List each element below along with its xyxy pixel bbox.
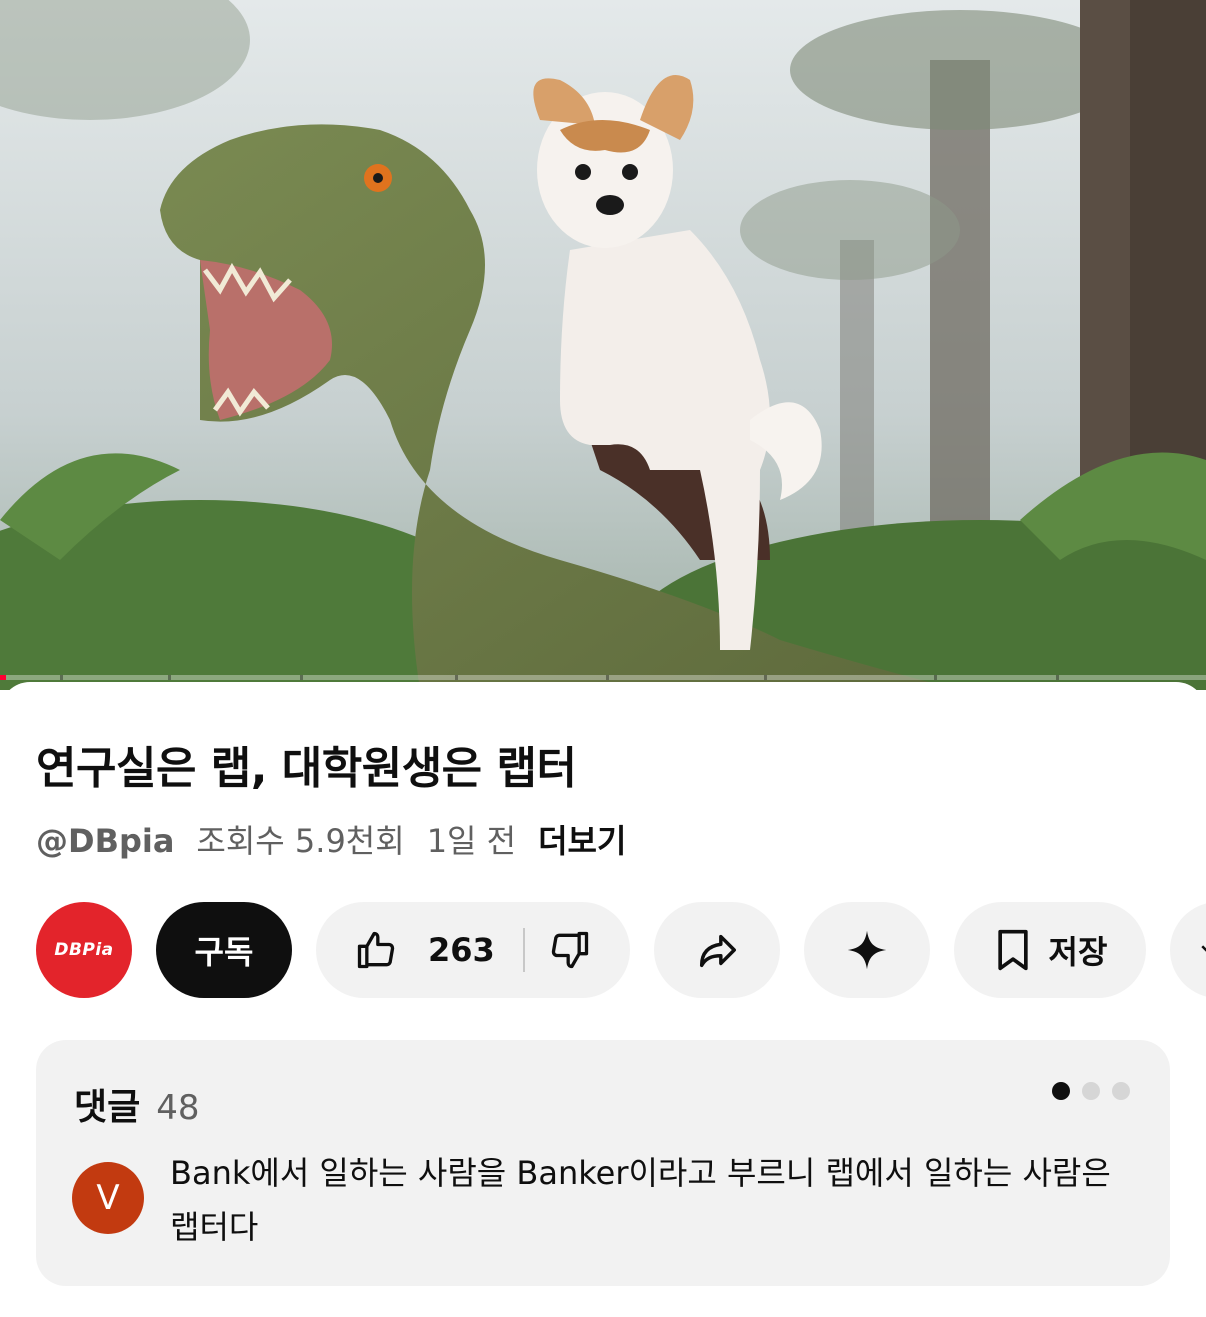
thumbs-up-icon (357, 931, 395, 969)
dislike-button[interactable] (525, 902, 615, 998)
chapter-marker (455, 675, 458, 680)
like-count: 263 (428, 931, 495, 969)
subscribe-button[interactable]: 구독 (156, 902, 292, 998)
chapter-marker (764, 675, 767, 680)
video-thumbnail-image (0, 0, 1206, 690)
video-watch-page: 연구실은 랩, 대학원생은 랩터 @DBpia 조회수 5.9천회 1일 전 더… (0, 0, 1206, 1317)
action-row: DBPia 구독 263 저장 (0, 902, 1206, 998)
video-meta-row[interactable]: @DBpia 조회수 5.9천회 1일 전 더보기 (36, 816, 626, 862)
ask-ai-button[interactable] (804, 902, 930, 998)
chapter-marker (300, 675, 303, 680)
chapter-marker (934, 675, 937, 680)
video-player[interactable] (0, 0, 1206, 690)
pager-dot (1112, 1082, 1130, 1100)
chapter-marker (606, 675, 609, 680)
pager-dot (1052, 1082, 1070, 1100)
share-arrow-icon (699, 934, 736, 968)
video-title[interactable]: 연구실은 랩, 대학원생은 랩터 (36, 732, 577, 796)
save-button[interactable]: 저장 (954, 902, 1146, 998)
comments-card[interactable]: 댓글 48 V Bank에서 일하는 사람을 Banker이라고 부르니 랩에서… (36, 1040, 1170, 1286)
comments-count: 48 (156, 1088, 200, 1128)
video-progress-bar[interactable] (0, 675, 1206, 680)
video-progress-fill (0, 675, 7, 680)
commenter-avatar[interactable]: V (72, 1162, 144, 1234)
like-dislike-pill: 263 (316, 902, 630, 998)
pager-dot (1082, 1082, 1100, 1100)
more-link[interactable]: 더보기 (538, 816, 626, 862)
comments-header: 댓글 48 (74, 1078, 200, 1130)
save-label: 저장 (1048, 933, 1108, 971)
view-count: 조회수 5.9천회 (196, 822, 405, 860)
comments-pager (1052, 1082, 1130, 1100)
chevron-down-icon (1201, 945, 1206, 952)
chapter-marker (168, 675, 171, 680)
top-comment-text: Bank에서 일하는 사람을 Banker이라고 부르니 랩에서 일하는 사람은… (170, 1154, 1111, 1246)
channel-avatar-logo: DBPia (54, 940, 114, 960)
share-button[interactable] (654, 902, 780, 998)
thumbs-down-icon (551, 931, 588, 969)
more-actions-button[interactable] (1170, 902, 1206, 998)
channel-avatar[interactable]: DBPia (36, 902, 132, 998)
video-details-sheet: 연구실은 랩, 대학원생은 랩터 @DBpia 조회수 5.9천회 1일 전 더… (0, 682, 1206, 1317)
comments-label: 댓글 (74, 1087, 141, 1128)
channel-handle[interactable]: @DBpia (36, 822, 174, 860)
bookmark-icon (997, 929, 1028, 971)
like-button[interactable]: 263 (316, 902, 495, 998)
chapter-marker (60, 675, 63, 680)
upload-age: 1일 전 (426, 822, 517, 860)
sparkle-icon (847, 930, 887, 970)
chapter-marker (1056, 675, 1059, 680)
